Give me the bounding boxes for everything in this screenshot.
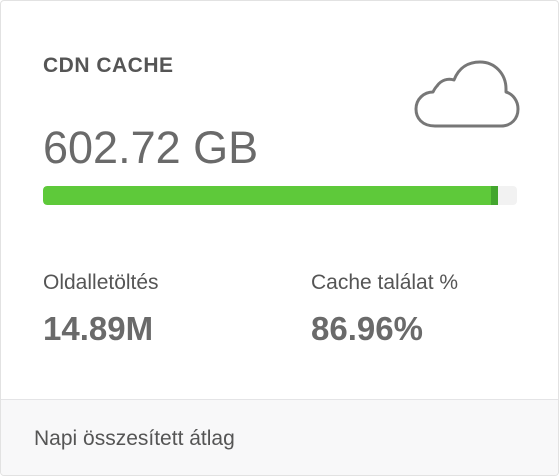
footer-caption: Napi összesített átlag	[34, 427, 235, 450]
card-footer: Napi összesített átlag	[1, 399, 558, 475]
card-title: CDN CACHE	[43, 54, 174, 77]
pageviews-value: 14.89M	[43, 310, 154, 347]
cache-progress-bar	[43, 186, 517, 205]
cloud-icon	[414, 60, 520, 128]
card-body: CDN CACHE 602.72 GB Oldalletöltés 14.89M…	[1, 1, 558, 399]
cdn-cache-card: CDN CACHE 602.72 GB Oldalletöltés 14.89M…	[0, 0, 559, 476]
pageviews-label: Oldalletöltés	[43, 271, 159, 294]
cache-hit-value: 86.96%	[311, 310, 423, 347]
cache-size-value: 602.72 GB	[43, 122, 259, 173]
cache-progress-cap	[491, 186, 499, 205]
cache-hit-label: Cache találat %	[311, 271, 459, 294]
cache-progress-fill	[43, 186, 492, 205]
